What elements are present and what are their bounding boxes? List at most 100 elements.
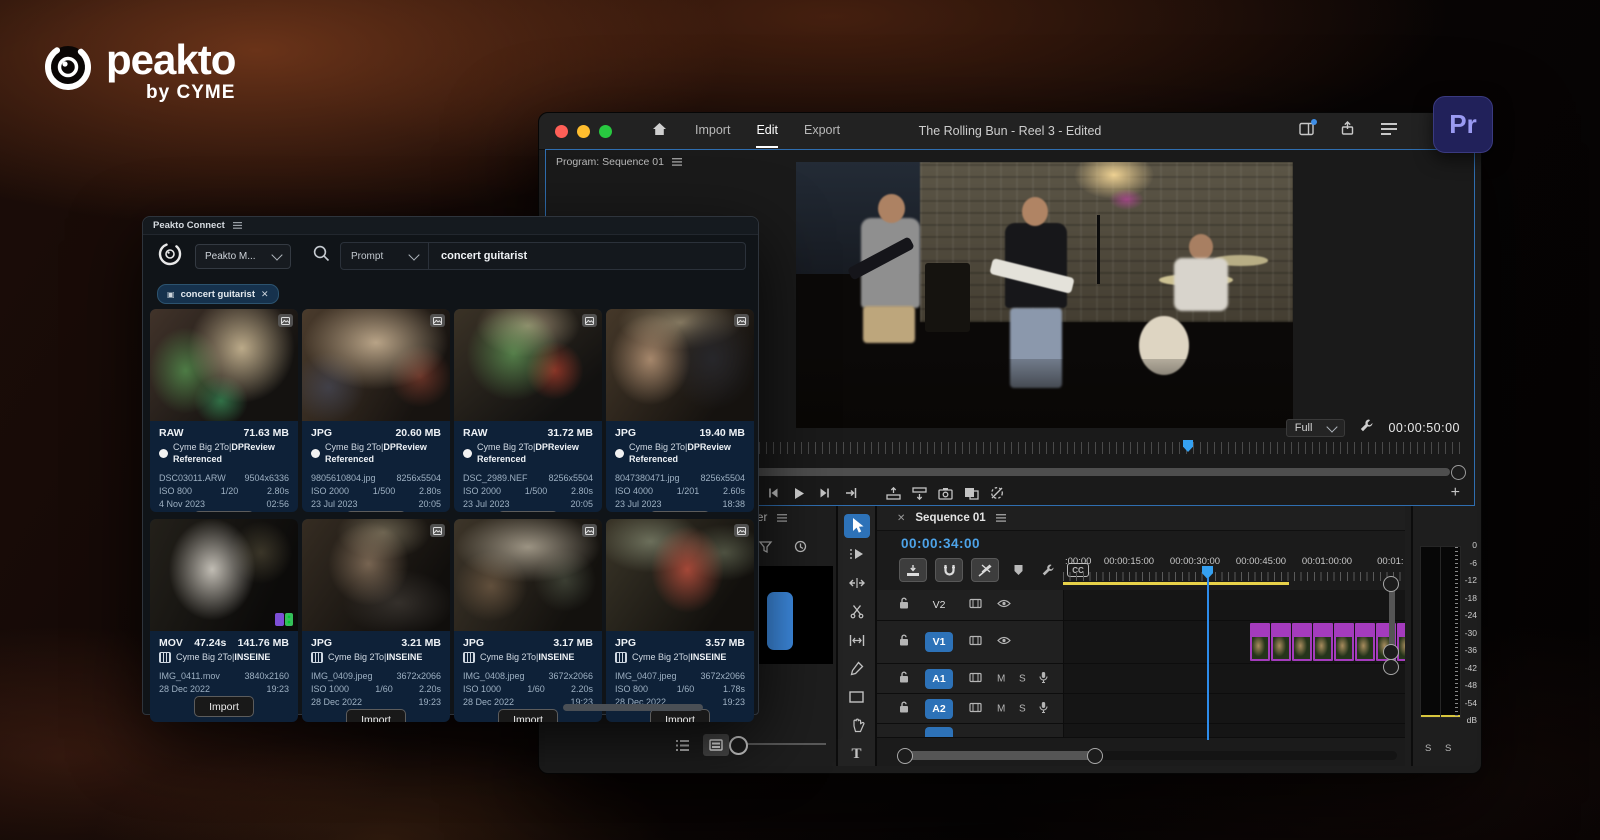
close-window-button[interactable] [555, 125, 568, 138]
timeline-zoom-handle-right[interactable] [1087, 748, 1103, 764]
solo-button[interactable]: S [1019, 673, 1026, 684]
close-sequence-icon[interactable]: ✕ [897, 513, 905, 524]
panel-menu-icon[interactable] [777, 514, 787, 522]
rectangle-tool[interactable] [844, 685, 870, 709]
import-button[interactable]: Import [346, 709, 406, 722]
media-thumbnail[interactable] [606, 309, 754, 421]
program-scrollbar-knob[interactable] [1451, 465, 1466, 480]
track-content-a3[interactable] [1064, 724, 1405, 737]
mute-button[interactable]: M [997, 703, 1005, 714]
track-label-v1[interactable]: V1 [925, 632, 953, 652]
panel-menu-icon[interactable] [672, 158, 682, 166]
panel-menu-icon[interactable] [233, 222, 242, 229]
source-patch-icon[interactable] [969, 672, 982, 685]
panel-menu-icon[interactable] [996, 514, 1006, 522]
selection-tool[interactable] [844, 514, 870, 538]
track-visibility-eye-icon[interactable] [997, 636, 1011, 648]
media-thumbnail[interactable] [454, 519, 602, 631]
media-thumbnail[interactable] [150, 309, 298, 421]
search-field[interactable]: Prompt concert guitarist [340, 242, 746, 270]
vertical-zoom-knob-bottom[interactable] [1383, 644, 1399, 660]
playback-resolution-dropdown[interactable]: Full [1286, 419, 1346, 437]
media-card[interactable]: JPG 3.57 MB Cyme Big 2To|INSEINE IMG_040… [606, 519, 754, 722]
media-thumbnail[interactable] [454, 309, 602, 421]
media-thumbnail[interactable] [302, 519, 450, 631]
lock-icon[interactable] [899, 596, 909, 614]
program-playhead-marker[interactable] [1183, 440, 1193, 452]
menu-edit[interactable]: Edit [756, 114, 778, 148]
timeline-scrollbar-handle[interactable] [903, 751, 1095, 760]
workspaces-icon[interactable] [1299, 122, 1314, 141]
timeline-ruler-ticks[interactable] [1063, 572, 1403, 581]
import-button[interactable]: Import [346, 511, 406, 512]
razor-tool[interactable] [844, 600, 870, 624]
type-tool[interactable]: T [844, 743, 870, 767]
track-label-a1[interactable]: A1 [925, 669, 953, 689]
track-content-v2[interactable] [1064, 590, 1405, 620]
search-filter-chip[interactable]: ▣ concert guitarist ✕ [157, 284, 279, 304]
menu-import[interactable]: Import [695, 114, 730, 148]
media-thumbnail[interactable] [150, 519, 298, 631]
lock-icon[interactable] [899, 700, 909, 718]
import-button[interactable]: Import [194, 511, 254, 512]
lift-icon[interactable] [880, 487, 906, 500]
solo-button[interactable]: S [1019, 703, 1026, 714]
insert-as-nest-toggle[interactable] [899, 558, 927, 582]
settings-wrench-icon[interactable] [1359, 418, 1374, 438]
timeline-clip[interactable] [1334, 623, 1354, 661]
import-button[interactable]: Import [498, 709, 558, 722]
zoom-slider-knob[interactable] [729, 736, 748, 755]
vertical-zoom-knob-top[interactable] [1383, 576, 1399, 592]
list-view-icon[interactable] [669, 734, 695, 756]
lock-icon[interactable] [899, 633, 909, 651]
track-select-forward-tool[interactable] [844, 543, 870, 567]
timeline-clip[interactable] [1271, 623, 1291, 661]
browser-media-thumbnail[interactable] [757, 566, 833, 664]
export-frame-icon[interactable] [932, 487, 958, 500]
media-card[interactable]: RAW 31.72 MB Cyme Big 2To|DPReview Refer… [454, 309, 602, 512]
extract-icon[interactable] [906, 487, 932, 500]
timeline-clip[interactable] [1292, 623, 1312, 661]
search-mode-dropdown[interactable]: Prompt [341, 243, 429, 269]
track-label-a2[interactable]: A2 [925, 699, 953, 719]
media-card[interactable]: MOV 47.24s 141.76 MB Cyme Big 2To|INSEIN… [150, 519, 298, 722]
timeline-clip[interactable] [1250, 623, 1270, 661]
audio-scroll-knob[interactable] [1383, 659, 1399, 675]
source-patch-icon[interactable] [969, 636, 982, 649]
slip-tool[interactable] [844, 628, 870, 652]
share-icon[interactable] [1340, 121, 1355, 141]
hand-tool[interactable] [844, 714, 870, 738]
lock-icon[interactable] [899, 670, 909, 688]
voiceover-mic-icon[interactable] [1039, 671, 1048, 686]
go-to-out-icon[interactable] [838, 487, 864, 499]
peakto-horizontal-scrollbar[interactable] [563, 704, 703, 711]
import-button[interactable]: Import [194, 696, 254, 717]
thumbnail-zoom-slider[interactable] [731, 743, 826, 745]
media-thumbnail[interactable] [302, 309, 450, 421]
menu-export[interactable]: Export [804, 114, 840, 148]
snap-toggle[interactable] [935, 558, 963, 582]
peakto-panel-titlebar[interactable]: Peakto Connect [143, 217, 758, 235]
thumbnail-view-icon[interactable] [703, 734, 729, 756]
timeline-clip[interactable] [1355, 623, 1375, 661]
timeline-vertical-scrollbar[interactable] [1389, 582, 1395, 652]
import-button[interactable]: Import [498, 511, 558, 512]
track-content-a2[interactable] [1064, 694, 1405, 723]
current-timecode[interactable]: 00:00:34:00 [901, 536, 980, 551]
media-card[interactable]: JPG 20.60 MB Cyme Big 2To|DPReview Refer… [302, 309, 450, 512]
track-label-v2[interactable]: V2 [925, 595, 953, 615]
button-editor-plus-icon[interactable]: + [1451, 484, 1460, 502]
proxy-toggle-icon[interactable] [984, 486, 1010, 500]
search-input-value[interactable]: concert guitarist [441, 250, 527, 262]
comparison-view-icon[interactable] [958, 487, 984, 500]
solo-left-button[interactable]: S [1425, 743, 1431, 754]
program-panel-tab[interactable]: Program: Sequence 01 [556, 156, 682, 168]
track-content-v1[interactable] [1064, 621, 1405, 663]
media-card[interactable]: RAW 71.63 MB Cyme Big 2To|DPReview Refer… [150, 309, 298, 512]
timeline-clip[interactable] [1313, 623, 1333, 661]
timeline-add-marker-icon[interactable] [1007, 559, 1029, 581]
pen-tool[interactable] [844, 657, 870, 681]
linked-selection-toggle[interactable] [971, 558, 999, 582]
step-forward-icon[interactable] [812, 487, 838, 499]
track-label-a3[interactable] [925, 727, 953, 738]
